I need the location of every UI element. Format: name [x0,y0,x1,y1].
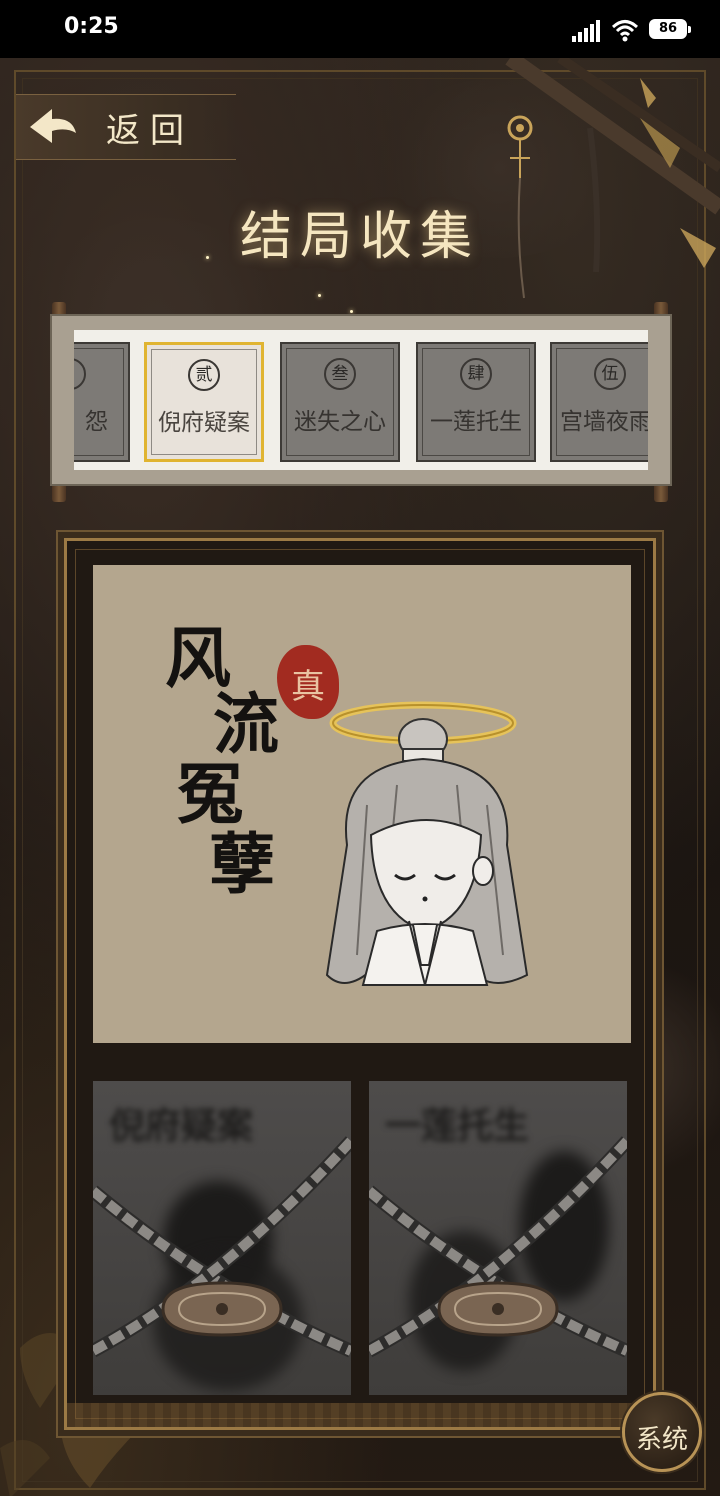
tab-chapter-1[interactable]: 怨 [74,342,130,462]
character-illustration [325,701,529,986]
tab-number: 伍 [594,358,626,390]
tab-chapter-5[interactable]: 伍 宫墙夜雨 [550,342,648,462]
status-bar: 0:25 86 [0,0,720,58]
system-button[interactable]: 系统 [622,1392,702,1472]
sparkle [318,294,321,297]
tab-chapter-2[interactable]: 贰 倪府疑案 [144,342,264,462]
ending-card-unlocked[interactable]: 风 流 冤 孽 真 [93,565,631,1043]
tab-chapter-4[interactable]: 肆 一莲托生 [416,342,536,462]
sparkle [206,256,209,259]
tab-number: 贰 [188,359,220,391]
system-label: 系统 [635,1425,688,1455]
ending-card-locked[interactable]: 一莲托生 [369,1081,627,1395]
chain-icon [93,1136,351,1358]
tab-number: 肆 [460,358,492,390]
lock-icon [437,1281,559,1337]
status-time: 0:25 [64,14,119,39]
endings-panel: 风 流 冤 孽 真 倪府疑案 一莲托生 [64,538,656,1430]
tab-number [74,358,86,390]
page-title: 结局收集 [239,207,480,267]
ending-title-char: 孽 [209,825,275,903]
tab-label: 怨 [85,409,108,435]
sparkle [350,310,353,313]
tab-label: 迷失之心 [294,409,386,435]
back-label: 返回 [106,111,194,151]
ending-collection-screen: 返回 结局收集 怨 贰 倪府疑案 叁 迷失之心 肆 一莲托生 伍 宫墙夜雨 风 … [0,58,720,1496]
hairpin-decoration-icon [505,58,720,299]
signal-icon [572,20,600,42]
battery-icon: 86 [649,19,691,39]
panel-trim [67,1403,653,1427]
tab-label: 一莲托生 [430,409,522,435]
chapter-tabs[interactable]: 怨 贰 倪府疑案 叁 迷失之心 肆 一莲托生 伍 宫墙夜雨 [74,330,648,470]
chain-icon [369,1136,627,1358]
wifi-icon [611,20,639,42]
tab-chapter-3[interactable]: 叁 迷失之心 [280,342,400,462]
tab-label: 宫墙夜雨 [560,409,648,435]
back-arrow-icon [30,109,76,143]
tab-number: 叁 [324,358,356,390]
ending-card-locked[interactable]: 倪府疑案 [93,1081,351,1395]
back-button[interactable]: 返回 [16,94,236,160]
tab-label: 倪府疑案 [158,410,250,436]
lock-icon [161,1281,283,1337]
